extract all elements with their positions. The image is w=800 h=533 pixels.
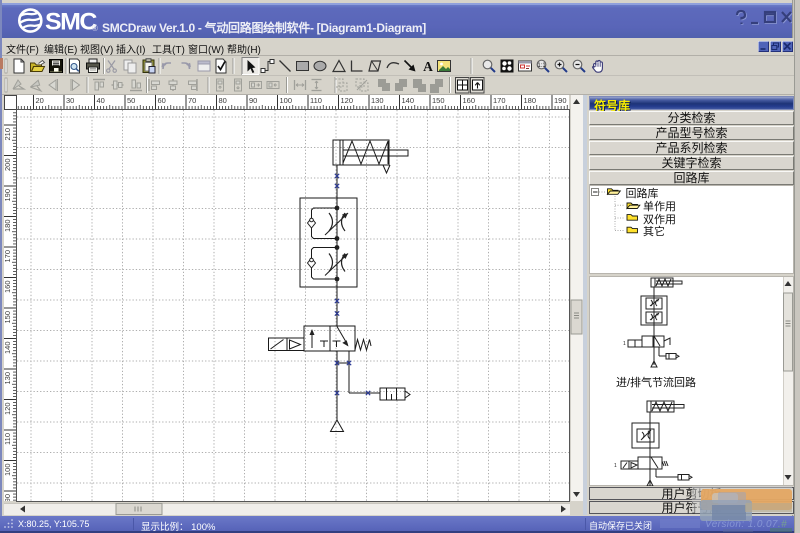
svg-text:60: 60: [158, 96, 166, 105]
svg-text:160: 160: [463, 96, 476, 105]
svg-text:160: 160: [4, 281, 12, 294]
svg-text:90: 90: [4, 494, 12, 501]
svg-text:30: 30: [66, 96, 74, 105]
svg-text:110: 110: [4, 433, 12, 445]
svg-text:110: 110: [310, 96, 322, 105]
svg-text:180: 180: [4, 220, 12, 233]
svg-text:200: 200: [4, 159, 12, 172]
svg-text:130: 130: [371, 96, 384, 105]
svg-text:170: 170: [493, 96, 506, 105]
svg-text:140: 140: [402, 96, 415, 105]
svg-text:100: 100: [4, 464, 12, 477]
svg-text:50: 50: [127, 96, 135, 105]
svg-text:1: 1: [614, 463, 617, 469]
svg-text:190: 190: [554, 96, 567, 105]
svg-text:150: 150: [432, 96, 445, 105]
svg-text:SMC: SMC: [45, 9, 97, 34]
svg-text:150: 150: [4, 311, 12, 324]
svg-text:A: A: [423, 59, 433, 74]
svg-text:170: 170: [4, 250, 12, 263]
svg-text:20: 20: [36, 96, 44, 105]
svg-text:190: 190: [4, 189, 12, 202]
svg-text:70: 70: [188, 96, 196, 105]
svg-text:210: 210: [4, 128, 12, 141]
svg-text:130: 130: [4, 372, 12, 385]
svg-text:1: 1: [623, 341, 626, 347]
svg-text:120: 120: [4, 403, 12, 416]
svg-text:40: 40: [97, 96, 105, 105]
svg-text:100: 100: [280, 96, 293, 105]
svg-text:120: 120: [341, 96, 354, 105]
svg-text:140: 140: [4, 342, 12, 355]
svg-text:90: 90: [249, 96, 257, 105]
svg-text:80: 80: [219, 96, 227, 105]
svg-text:180: 180: [524, 96, 537, 105]
svg-text:1:1: 1:1: [537, 63, 546, 69]
